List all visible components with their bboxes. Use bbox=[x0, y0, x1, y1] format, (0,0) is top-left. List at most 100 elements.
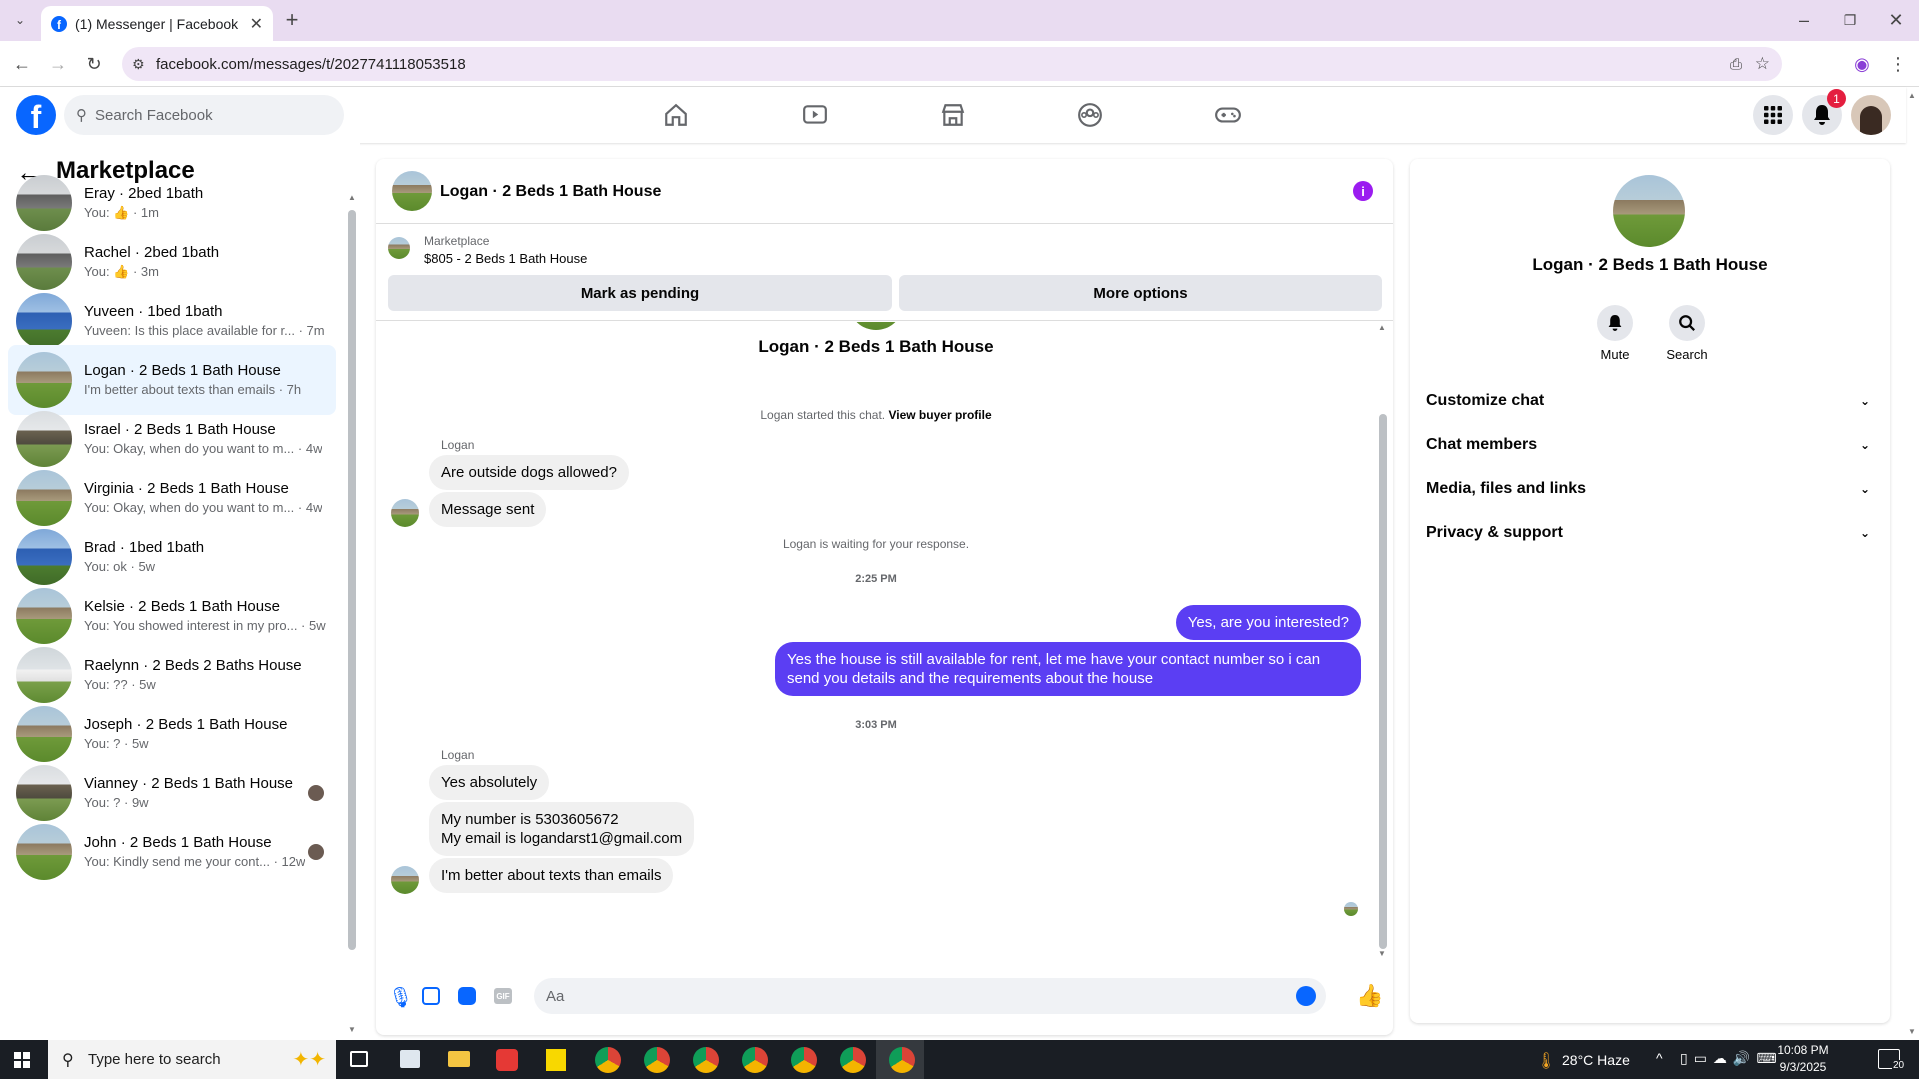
marketplace-nav-icon[interactable] bbox=[933, 97, 973, 133]
info-avatar[interactable] bbox=[1613, 175, 1685, 247]
chat-panel: Logan · 2 Beds 1 Bath House i Marketplac… bbox=[376, 159, 1393, 1035]
outgoing-message[interactable]: Yes, are you interested? bbox=[1175, 605, 1361, 640]
chat-scroll-down-icon[interactable]: ▼ bbox=[1378, 949, 1386, 958]
chat-scrollbar[interactable] bbox=[1379, 414, 1387, 949]
tray-chevron-icon[interactable]: ^ bbox=[1656, 1050, 1663, 1066]
chrome-icon[interactable] bbox=[840, 1047, 866, 1073]
groups-nav-icon[interactable] bbox=[1070, 97, 1110, 133]
media-files-links-section[interactable]: Media, files and links ⌄ bbox=[1426, 467, 1870, 511]
facebook-logo-icon[interactable]: f bbox=[16, 95, 56, 135]
more-options-button[interactable]: More options bbox=[899, 275, 1382, 311]
conversation-item[interactable]: John · 2 Beds 1 Bath House You: Kindly se… bbox=[8, 817, 336, 887]
notifications-button[interactable]: 1 bbox=[1802, 89, 1846, 135]
mute-button[interactable]: Mute bbox=[1593, 305, 1637, 362]
sender-avatar[interactable] bbox=[391, 866, 419, 894]
gif-icon[interactable]: GIF bbox=[494, 988, 512, 1004]
browser-menu-icon[interactable]: ⋮ bbox=[1884, 50, 1912, 78]
chrome-icon[interactable] bbox=[791, 1047, 817, 1073]
chrome-icon[interactable] bbox=[889, 1047, 915, 1073]
minimize-icon[interactable]: – bbox=[1790, 6, 1818, 34]
chrome-icon[interactable] bbox=[595, 1047, 621, 1073]
taskbar-search-icon: ⚲ bbox=[62, 1051, 74, 1069]
listing-source: Marketplace bbox=[424, 234, 490, 248]
conversation-preview: Yuveen: Is this place available for r...… bbox=[84, 323, 325, 338]
emoji-icon[interactable] bbox=[1296, 986, 1316, 1006]
chrome-icon[interactable] bbox=[644, 1047, 670, 1073]
mark-as-pending-button[interactable]: Mark as pending bbox=[388, 275, 892, 311]
microphone-icon[interactable]: 🎙 bbox=[388, 985, 413, 1010]
reload-icon[interactable]: ↻ bbox=[80, 50, 108, 78]
conversation-name: Virginia · 2 Beds 1 Bath House bbox=[84, 480, 289, 497]
conversation-info-icon[interactable]: i bbox=[1353, 181, 1373, 201]
outgoing-message[interactable]: Yes the house is still available for ren… bbox=[775, 642, 1361, 696]
windows-start-icon[interactable] bbox=[14, 1052, 30, 1068]
page-scroll-down-icon[interactable]: ▼ bbox=[1908, 1027, 1916, 1036]
taskbar-search-input[interactable]: ⚲ Type here to search ✦✦ bbox=[48, 1040, 336, 1079]
chrome-icon[interactable] bbox=[693, 1047, 719, 1073]
listing-banner: Marketplace $805 - 2 Beds 1 Bath House M… bbox=[376, 225, 1393, 321]
incoming-message[interactable]: I'm better about texts than emails bbox=[429, 858, 674, 893]
install-app-icon[interactable]: ⎙ bbox=[1730, 56, 1742, 73]
sticky-notes-icon[interactable] bbox=[546, 1049, 566, 1071]
sidebar-scroll-up-icon[interactable]: ▲ bbox=[348, 193, 356, 202]
menu-grid-button[interactable] bbox=[1753, 95, 1793, 135]
conversation-text: Eray · 2bed 1bath You: 👍 · 1m bbox=[84, 184, 203, 222]
conversation-avatar bbox=[16, 824, 72, 880]
sender-avatar[interactable] bbox=[391, 499, 419, 527]
listing-title[interactable]: $805 - 2 Beds 1 Bath House bbox=[424, 251, 587, 266]
weather-text[interactable]: 28°C Haze bbox=[1562, 1052, 1630, 1068]
app-icon[interactable] bbox=[400, 1050, 420, 1068]
account-avatar[interactable] bbox=[1851, 95, 1891, 135]
gaming-nav-icon[interactable] bbox=[1208, 97, 1248, 133]
privacy-support-section[interactable]: Privacy & support ⌄ bbox=[1426, 511, 1870, 555]
close-window-icon[interactable]: ✕ bbox=[1882, 6, 1910, 34]
sticker-icon[interactable] bbox=[458, 987, 476, 1005]
file-explorer-icon[interactable] bbox=[448, 1051, 470, 1067]
page-scroll-up-icon[interactable]: ▲ bbox=[1908, 91, 1916, 100]
video-nav-icon[interactable] bbox=[795, 97, 835, 133]
bookmark-star-icon[interactable]: ☆ bbox=[1755, 54, 1770, 74]
new-tab-icon[interactable]: + bbox=[278, 6, 306, 34]
facebook-search-input[interactable]: ⚲ Search Facebook bbox=[64, 95, 344, 135]
incoming-message-multiline[interactable]: My number is 5303605672 My email is loga… bbox=[429, 802, 695, 856]
message-sender-label: Logan bbox=[441, 438, 475, 452]
incoming-message[interactable]: Message sent bbox=[429, 492, 547, 527]
sidebar-scroll-down-icon[interactable]: ▼ bbox=[348, 1025, 356, 1034]
incoming-message[interactable]: Are outside dogs allowed? bbox=[429, 455, 629, 490]
app-icon[interactable] bbox=[496, 1049, 518, 1071]
tab-list-icon[interactable]: ⌄ bbox=[6, 6, 34, 34]
conversation-preview: You: ?? · 5w bbox=[84, 677, 156, 692]
home-nav-icon[interactable] bbox=[656, 97, 696, 133]
clock-time[interactable]: 10:08 PM bbox=[1768, 1043, 1838, 1057]
incoming-message[interactable]: Yes absolutely bbox=[429, 765, 550, 800]
thumbs-up-icon[interactable]: 👍 bbox=[1356, 983, 1383, 1009]
listing-thumbnail[interactable] bbox=[388, 237, 410, 259]
profile-icon[interactable]: ◉ bbox=[1848, 50, 1876, 78]
conversation-name: Kelsie · 2 Beds 1 Bath House bbox=[84, 598, 280, 615]
sidebar-scrollbar[interactable] bbox=[348, 210, 356, 950]
tab-close-icon[interactable]: ✕ bbox=[250, 14, 263, 34]
search-label: Search bbox=[1666, 347, 1708, 362]
chat-header-avatar[interactable] bbox=[392, 171, 432, 211]
site-info-icon[interactable]: ⚙ bbox=[132, 56, 145, 73]
weather-icon[interactable]: 🌡 bbox=[1536, 1051, 1556, 1071]
view-buyer-profile-link[interactable]: View buyer profile bbox=[888, 408, 991, 422]
photo-icon[interactable] bbox=[422, 987, 440, 1005]
chat-started-text: Logan started this chat. bbox=[760, 408, 886, 422]
search-in-chat-button[interactable]: Search bbox=[1662, 305, 1712, 362]
restore-icon[interactable]: ❐ bbox=[1836, 6, 1864, 34]
back-icon[interactable]: ← bbox=[8, 50, 36, 78]
chrome-icon[interactable] bbox=[742, 1047, 768, 1073]
forward-icon[interactable]: → bbox=[44, 50, 72, 78]
chat-members-section[interactable]: Chat members ⌄ bbox=[1426, 423, 1870, 467]
message-input[interactable]: Aa bbox=[534, 978, 1326, 1014]
chat-scroll-up-icon[interactable]: ▲ bbox=[1378, 323, 1386, 332]
browser-tab[interactable]: f (1) Messenger | Facebook ✕ bbox=[41, 6, 273, 41]
conversation-avatar bbox=[16, 647, 72, 703]
clock-date[interactable]: 9/3/2025 bbox=[1768, 1060, 1838, 1074]
customize-chat-section[interactable]: Customize chat ⌄ bbox=[1426, 379, 1870, 423]
url-bar[interactable]: ⚙ facebook.com/messages/t/20277411180535… bbox=[122, 47, 1782, 81]
task-view-icon[interactable] bbox=[350, 1051, 368, 1067]
chat-header-title[interactable]: Logan · 2 Beds 1 Bath House bbox=[440, 183, 661, 201]
info-name: Logan · 2 Beds 1 Bath House bbox=[1532, 255, 1768, 274]
